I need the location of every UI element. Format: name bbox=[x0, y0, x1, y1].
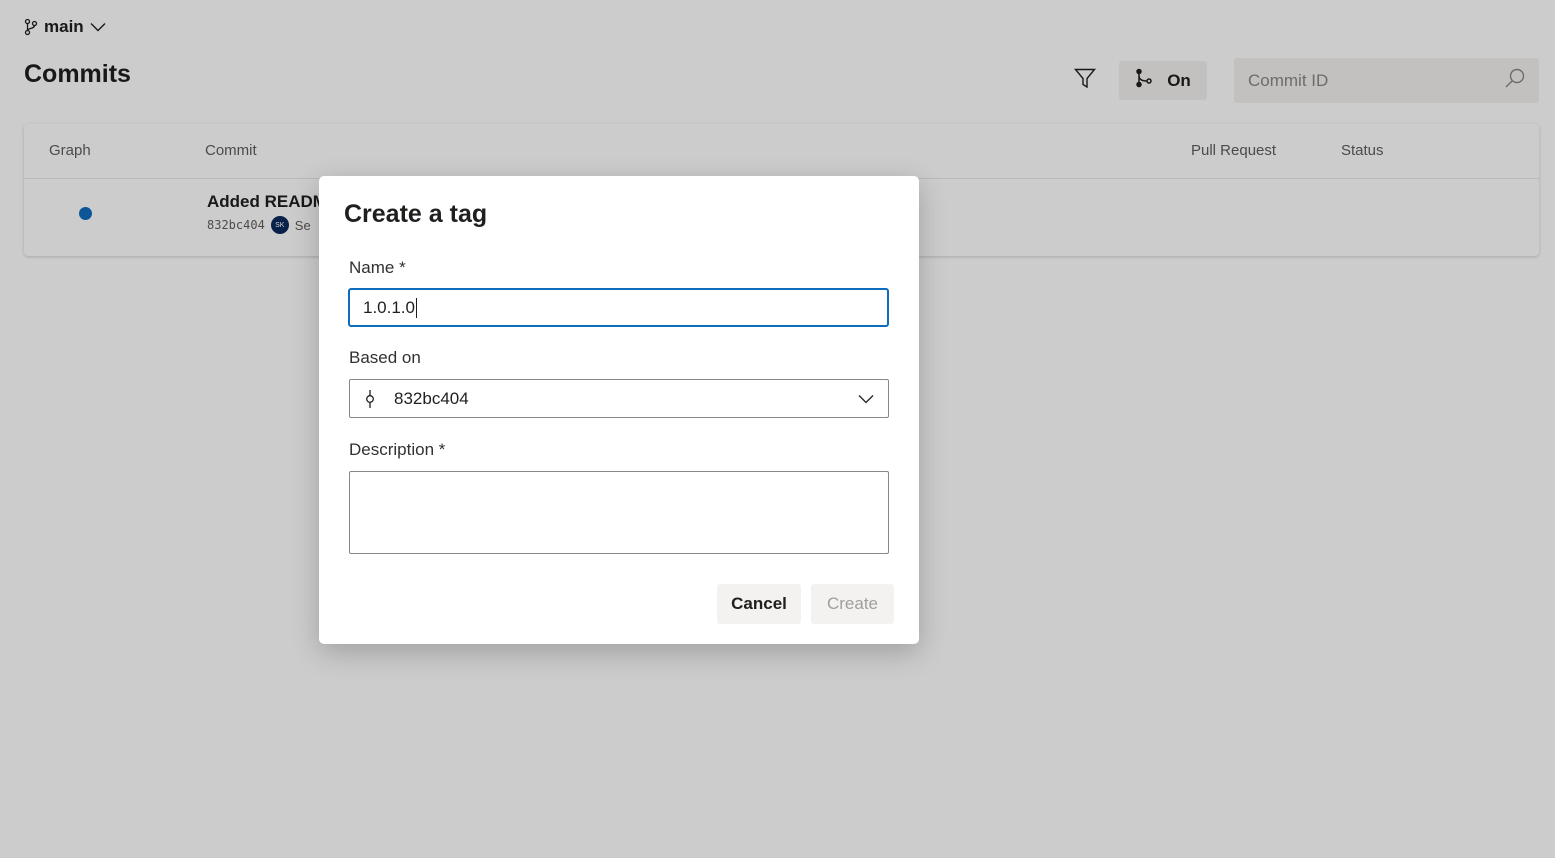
commit-icon bbox=[364, 389, 380, 409]
text-caret bbox=[416, 297, 417, 318]
tag-name-value: 1.0.1.0 bbox=[363, 297, 415, 317]
tag-name-input[interactable]: 1.0.1.0 bbox=[348, 288, 889, 327]
description-textarea[interactable] bbox=[349, 471, 889, 554]
name-label: Name * bbox=[349, 258, 406, 277]
based-on-label: Based on bbox=[349, 348, 421, 367]
create-button[interactable]: Create bbox=[811, 584, 894, 624]
commits-page: main Commits On Commit ID Graph Commit P… bbox=[0, 0, 1555, 858]
chevron-down-icon bbox=[858, 389, 874, 409]
description-label: Description * bbox=[349, 440, 446, 459]
dialog-title: Create a tag bbox=[344, 200, 488, 228]
based-on-dropdown[interactable]: 832bc404 bbox=[349, 379, 889, 418]
based-on-value: 832bc404 bbox=[394, 388, 469, 408]
cancel-button[interactable]: Cancel bbox=[717, 584, 801, 624]
create-tag-dialog: Create a tag Name * 1.0.1.0 Based on 832… bbox=[319, 176, 919, 644]
